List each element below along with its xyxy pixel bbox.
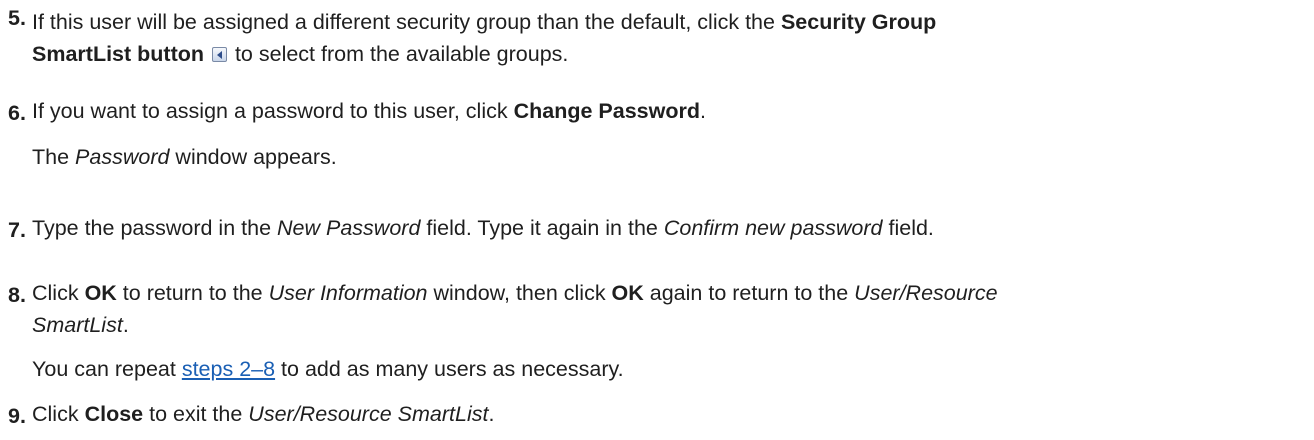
step-number: 9. (8, 404, 26, 428)
step-text-run: Click (32, 281, 85, 305)
step-text-run: window, then click (427, 281, 612, 305)
step-text-run: window appears. (169, 145, 337, 169)
ui-term: Security Group (780, 10, 937, 34)
step-text-run: The (32, 145, 76, 169)
step-text-run: If this user will be assigned a differen… (32, 10, 781, 34)
step-text-run: You can repeat (32, 357, 182, 381)
window-name: SmartList (32, 313, 123, 337)
step-text-run: If you want to assign a password to this… (32, 99, 514, 123)
step-text-run: Type the password in the (32, 216, 278, 240)
step-text-run: field. Type it again in the (420, 216, 664, 240)
window-name: Password (75, 145, 170, 169)
field-name: Confirm new password (663, 216, 883, 240)
step-number: 6. (8, 101, 26, 125)
ui-term: Change Password (513, 99, 700, 123)
step-line: SmartList. (32, 309, 1304, 341)
step-number: 8. (8, 283, 26, 307)
step-text: Click Close to exit the User/Resource Sm… (32, 398, 1304, 430)
ui-term: SmartList button (32, 42, 204, 66)
step-note: The Password window appears. (32, 141, 337, 173)
step-line: Click OK to return to the User Informati… (32, 277, 1304, 309)
ui-term: Close (84, 402, 144, 426)
step-note: You can repeat steps 2–8 to add as many … (32, 353, 624, 385)
step-text-run: . (122, 313, 129, 337)
step-text-run: to return to the (116, 281, 269, 305)
step-number: 5. (8, 6, 26, 30)
step-text-run: . (699, 99, 706, 123)
step-number: 7. (8, 218, 26, 242)
step-text: Type the password in the New Password fi… (32, 212, 1304, 244)
steps-link[interactable]: steps 2–8 (182, 357, 275, 381)
window-name: User/Resource SmartList (248, 402, 489, 426)
field-name: New Password (277, 216, 421, 240)
step-line: SmartList button to select from the avai… (32, 38, 1304, 70)
step-text-run: Click (32, 402, 85, 426)
step-text: If this user will be assigned a differen… (32, 6, 1304, 70)
step-text: Click OK to return to the User Informati… (32, 277, 1304, 341)
smartlist-button-icon[interactable] (211, 47, 227, 62)
ui-term: OK (84, 281, 117, 305)
step-text-run: to exit the (143, 402, 249, 426)
step-text-run: field. (882, 216, 934, 240)
step-text-run: again to return to the (643, 281, 855, 305)
step-line: If this user will be assigned a differen… (32, 6, 1304, 38)
window-name: User/Resource (854, 281, 998, 305)
step-text: If you want to assign a password to this… (32, 95, 1304, 127)
window-name: User Information (268, 281, 428, 305)
step-text-run: to add as many users as necessary. (275, 357, 624, 381)
instruction-steps: 5. If this user will be assigned a diffe… (0, 0, 1314, 440)
ui-term: OK (611, 281, 644, 305)
step-text-run: . (488, 402, 495, 426)
step-text-run: to select from the available groups. (228, 42, 569, 66)
